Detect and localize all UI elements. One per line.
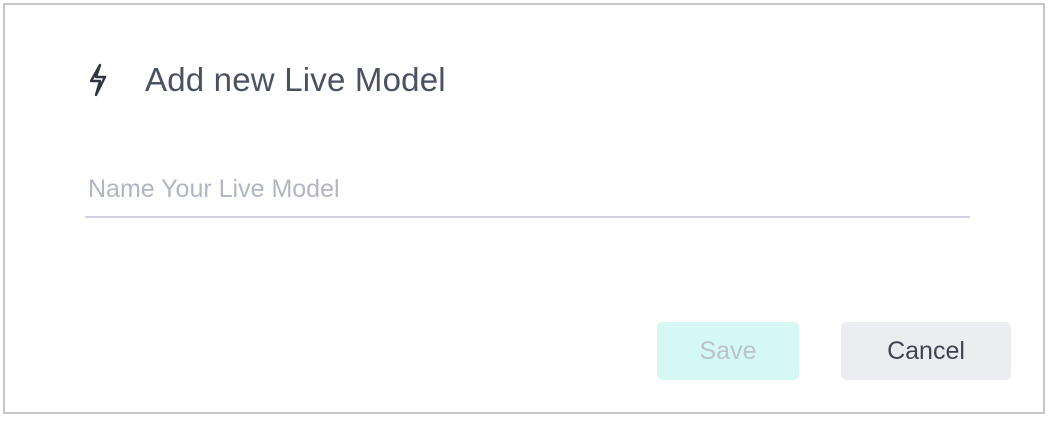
dialog-title: Add new Live Model [145,61,446,98]
model-name-input[interactable] [85,168,970,218]
save-button[interactable]: Save [657,322,799,380]
bolt-icon [85,62,111,98]
dialog-header: Add new Live Model [85,59,446,101]
add-live-model-dialog: Add new Live Model Save Cancel [3,3,1045,414]
cancel-button[interactable]: Cancel [841,322,1011,380]
